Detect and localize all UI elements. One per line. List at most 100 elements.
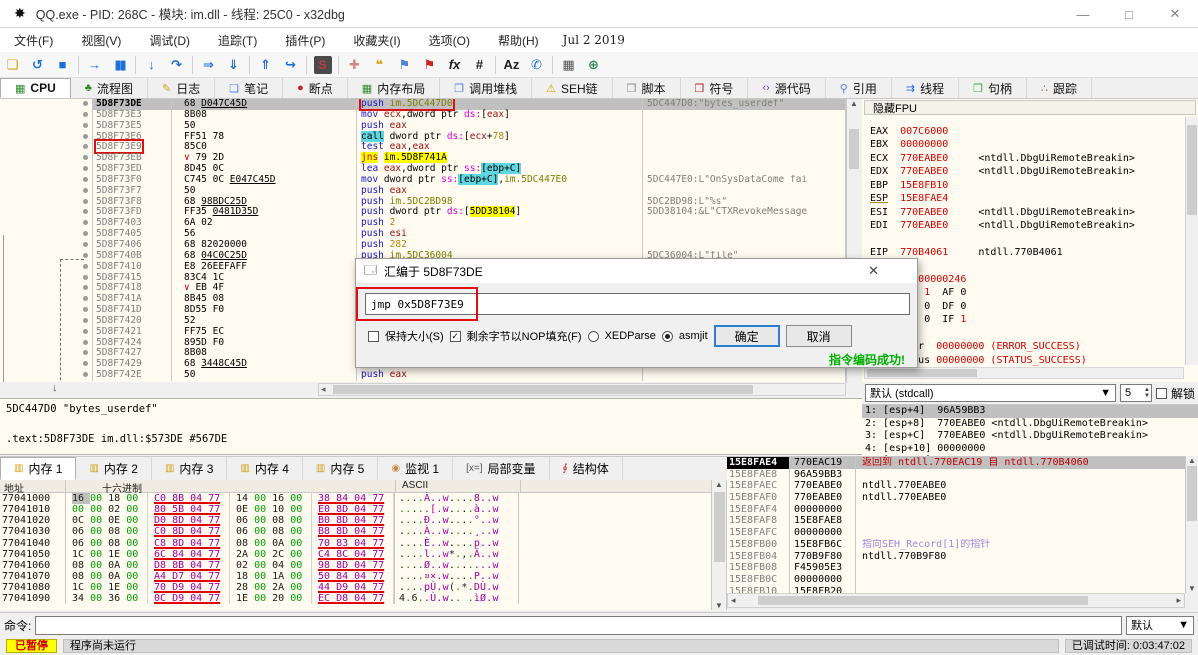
tab-log[interactable]: ✎ 日志 [148,78,216,98]
register-row[interactable]: ECX 770EABE0 <ntdll.DbgUiRemoteBreakin> [870,152,1135,165]
dump-tab-内存4[interactable]: ▥ 内存 4 [227,457,303,480]
tab-references[interactable]: ⚲ 引用 [826,78,892,98]
register-horizontal-scrollbar[interactable] [864,367,1184,379]
register-row[interactable] [870,233,1135,246]
dump-tab-结构体[interactable]: ∮ 结构体 [550,457,623,480]
dump-row[interactable]: 77041020 0C 00 0E 00 D0 8D 04 77 06 00 08 0… [0,515,711,527]
register-row[interactable]: EDI 770EABE0 <ntdll.DbgUiRemoteBreakin> [870,219,1135,232]
disasm-horizontal-scrollbar[interactable]: ◂ [318,383,846,396]
register-row[interactable]: EDX 770EABE0 <ntdll.DbgUiRemoteBreakin> [870,165,1135,178]
tab-symbols[interactable]: ❒ 符号 [681,78,749,98]
tab-trace[interactable]: ∴ 跟踪 [1027,78,1092,98]
memory-dump[interactable]: 地址 十六进制 ASCII 77041000 16 00 18 00 C0 8B 0… [0,480,711,610]
menu-item-0[interactable]: 文件(F) [0,32,67,49]
stack-row[interactable]: 15E8FAEC 770EABE0 ntdll.770EABE0 [727,480,1185,493]
dump-tab-监视1[interactable]: ◉ 监视 1 [378,457,454,480]
open-file-icon[interactable]: ❏ [0,54,25,76]
dump-row[interactable]: 77041050 1C 00 1E 00 6C 84 04 77 2A 00 2C 0… [0,548,711,560]
stack-row[interactable]: 15E8FB10 15E8FB20 [727,585,1185,593]
restart-icon[interactable]: ↺ [25,54,50,76]
stack-row[interactable]: 15E8FAF8 15E8FAE8 [727,515,1185,528]
dump-row[interactable]: 77041000 16 00 18 00 C0 8B 04 77 14 00 16 0… [0,493,711,505]
globe-icon[interactable]: ⊕ [581,54,606,76]
argument-count-stepper[interactable]: 5 ▲ ▼ [1119,384,1152,402]
step-over-icon[interactable]: ↷ [164,54,189,76]
menu-item-2[interactable]: 调试(D) [135,32,204,49]
dump-tab-内存5[interactable]: ▥ 内存 5 [303,457,379,480]
menu-item-3[interactable]: 追踪(T) [204,32,271,49]
stack-row[interactable]: 15E8FB00 15E8FB6C 指向SEH_Record[1]的指针 [727,538,1185,551]
menu-item-6[interactable]: 选项(O) [415,32,484,49]
run-to-user-code-icon[interactable]: ↪ [278,54,303,76]
tab-breakpoints[interactable]: ● 断点 [283,78,348,98]
dump-row[interactable]: 77041040 06 00 08 00 C8 8D 04 77 08 00 0A 0… [0,537,711,549]
modem-icon[interactable]: ✆ [524,54,549,76]
comment-icon[interactable]: ❝ [367,54,392,76]
stack-row[interactable]: 15E8FAE8 96A59BB3 [727,468,1185,481]
dump-row[interactable]: 77041010 00 00 02 00 80 5B 04 77 0E 00 10 0… [0,504,711,516]
hide-fpu-button[interactable]: 隐藏FPU [864,100,1196,115]
dump-vertical-scrollbar[interactable]: ▲ ▼ [711,480,727,610]
xedparse-radio[interactable] [587,330,599,342]
stack-row[interactable]: 15E8FAF4 00000000 [727,503,1185,516]
register-vertical-scrollbar[interactable] [1185,117,1198,365]
dump-tab-内存1[interactable]: ▥ 内存 1 [0,457,77,480]
tab-graph[interactable]: ♣ 流程图 [71,78,148,98]
argument-row-2[interactable]: 2: [esp+8] 770EABE0 <ntdll.DbgUiRemoteBr… [862,418,1198,431]
stack-row[interactable]: 15E8FAFC 00000000 [727,527,1185,539]
tab-cpu[interactable]: ▦ CPU [0,78,71,98]
minimize-button[interactable]: — [1060,0,1106,28]
tab-memory-map[interactable]: ▦ 内存布局 [348,78,441,98]
tab-call-stack[interactable]: ❐ 调用堆栈 [440,78,533,98]
argument-row-1[interactable]: 1: [esp+4] 96A59BB3 [862,405,1198,418]
menu-item-5[interactable]: 收藏夹(I) [339,32,414,49]
font-icon[interactable]: Az [499,54,524,76]
keep-size-checkbox[interactable] [368,330,379,342]
execute-till-return-icon[interactable]: ⇑ [253,54,278,76]
scylla-icon[interactable]: S [310,54,335,76]
dialog-close-icon[interactable]: ✕ [868,263,879,279]
argument-row-3[interactable]: 3: [esp+C] 770EABE0 <ntdll.DbgUiRemoteBr… [862,430,1198,443]
register-row[interactable]: EBX 00000000 [870,138,1135,151]
stack-view[interactable]: 15E8FAE4 770EAC19 返回到 ntdll.770EAC19 自 ntd… [727,456,1185,593]
close-button[interactable]: ✕ [1152,0,1198,28]
menu-item-7[interactable]: 帮助(H) [484,32,553,49]
dump-row[interactable]: 77041080 1C 00 1E 00 70 D9 04 77 28 00 2A 0… [0,582,711,594]
label-icon[interactable]: ⚑ [392,54,417,76]
command-input[interactable] [35,615,1122,635]
dump-row[interactable]: 77041060 08 00 0A 00 D8 8B 04 77 02 00 04 0… [0,559,711,571]
tab-threads[interactable]: ⇉ 线程 [892,78,960,98]
run-to-icon[interactable]: ⇒ [196,54,221,76]
run-icon[interactable]: → [82,54,107,76]
tab-source[interactable]: ‹› 源代码 [748,78,826,98]
stack-row[interactable]: 15E8FB08 F45905E3 [727,562,1185,574]
tab-handles[interactable]: ❒ 句柄 [959,78,1027,98]
dump-tab-内存3[interactable]: ▥ 内存 3 [152,457,228,480]
dump-tab-内存2[interactable]: ▥ 内存 2 [76,457,152,480]
step-into-icon[interactable]: ↓ [139,54,164,76]
stack-row[interactable]: 15E8FB04 770B9F80 ntdll.770B9F80 [727,550,1185,563]
argument-row-4[interactable]: 4: [esp+10] 00000000 [862,443,1198,456]
dump-row[interactable]: 77041090 34 00 36 00 0C D9 04 77 1E 00 20 0… [0,593,711,605]
command-combo[interactable]: 默认 ▼ [1126,615,1194,635]
ok-button[interactable]: 确定 [713,325,780,347]
arguments-view[interactable]: 1: [esp+4] 96A59BB3 2: [esp+8] 770EABE0 <… [862,404,1198,466]
calling-convention-select[interactable]: 默认 (stdcall) ▼ [865,384,1116,402]
stack-row[interactable]: 15E8FAE4 770EAC19 返回到 ntdll.770EAC19 自 ntd… [727,457,1185,469]
register-row[interactable]: ESI 770EABE0 <ntdll.DbgUiRemoteBreakin> [870,206,1135,219]
maximize-button[interactable]: □ [1106,0,1152,28]
dump-row[interactable]: 77041030 06 00 08 00 C0 8D 04 77 06 00 08 0… [0,526,711,538]
tab-notes[interactable]: ❏ 笔记 [215,78,284,98]
dump-row[interactable]: 77041070 08 00 0A 00 A4 D7 04 77 18 00 1A 0… [0,570,711,583]
calculator-icon[interactable]: ▦ [556,54,581,76]
pause-icon[interactable]: ▮▮ [107,54,132,76]
stack-horizontal-scrollbar[interactable]: ◂ ▸ [727,593,1185,608]
disasm-row[interactable]: 5D8F742E 50 push eax [0,369,845,381]
bookmark-icon[interactable]: ⚑ [417,54,442,76]
stack-vertical-scrollbar[interactable]: ▲ ▼ [1185,456,1198,593]
register-row[interactable]: EBP 15E8FB10 [870,179,1135,192]
dump-tab-局部变量[interactable]: [x=] 局部变量 [453,457,550,480]
hash-icon[interactable]: # [467,54,492,76]
step-out-icon[interactable]: ⇓ [221,54,246,76]
tab-script[interactable]: ❒ 脚本 [613,78,681,98]
